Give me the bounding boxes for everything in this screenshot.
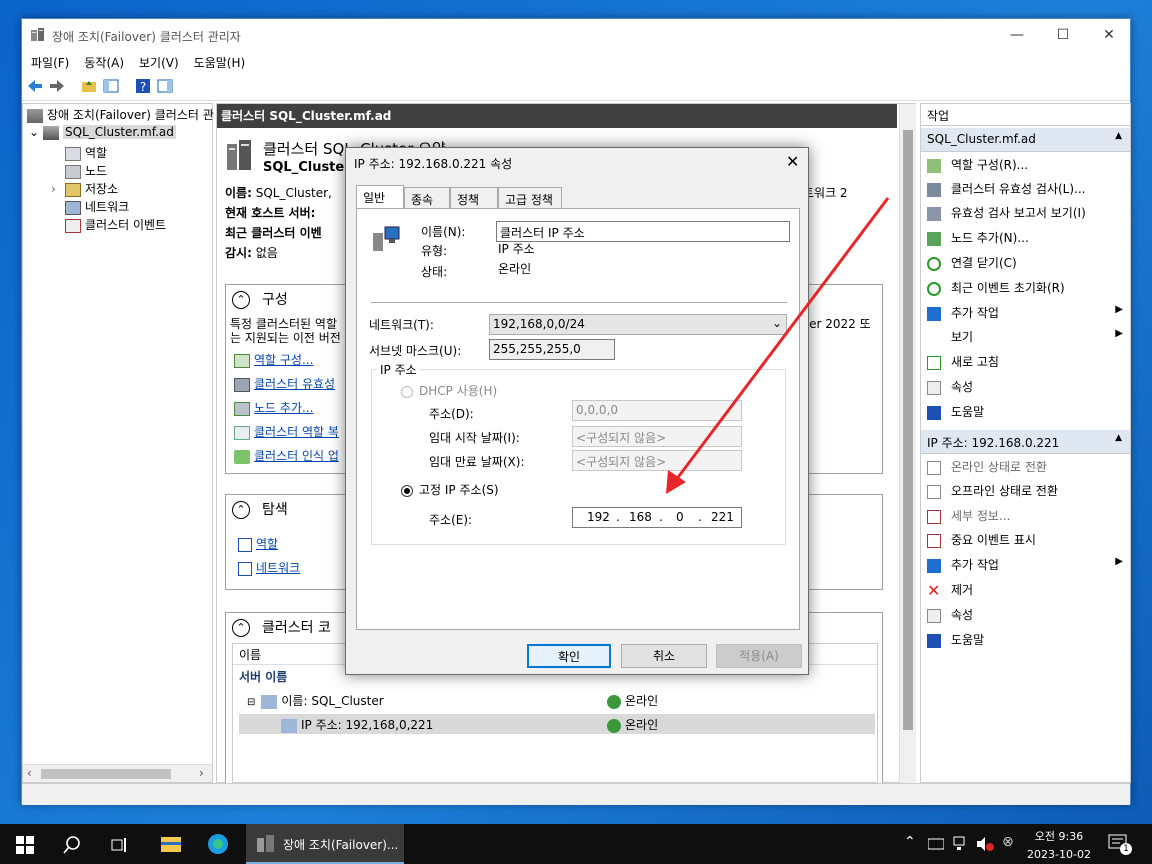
chevron-up-icon[interactable]: ⌃ <box>904 834 916 850</box>
edge-browser-icon[interactable] <box>207 833 229 855</box>
taskbar-app-label: 장애 조치(Failover)... <box>283 838 399 852</box>
network-status-icon[interactable] <box>953 836 971 852</box>
windows-start-icon[interactable] <box>16 836 34 854</box>
file-explorer-icon[interactable] <box>160 834 182 854</box>
close-circle-icon[interactable]: ⊗ <box>1002 834 1014 850</box>
volume-muted-icon[interactable] <box>976 836 994 852</box>
keyboard-icon[interactable] <box>928 837 944 851</box>
clock[interactable]: 오전 9:36 2023-10-02 <box>1024 828 1094 861</box>
taskbar: 장애 조치(Failover)... ⌃ ⊗ 오전 9:36 2023-10-0… <box>0 824 1152 864</box>
search-icon[interactable] <box>63 836 81 854</box>
task-view-icon[interactable] <box>110 836 128 854</box>
notification-center-icon[interactable]: 1 <box>1108 833 1132 855</box>
annotation-arrow <box>666 197 890 494</box>
cluster-app-icon <box>257 835 274 852</box>
clock-time: 오전 9:36 <box>1034 830 1084 843</box>
taskbar-app-failover[interactable]: 장애 조치(Failover)... <box>246 824 404 864</box>
clock-date: 2023-10-02 <box>1027 848 1091 861</box>
notification-badge: 1 <box>1120 843 1132 855</box>
